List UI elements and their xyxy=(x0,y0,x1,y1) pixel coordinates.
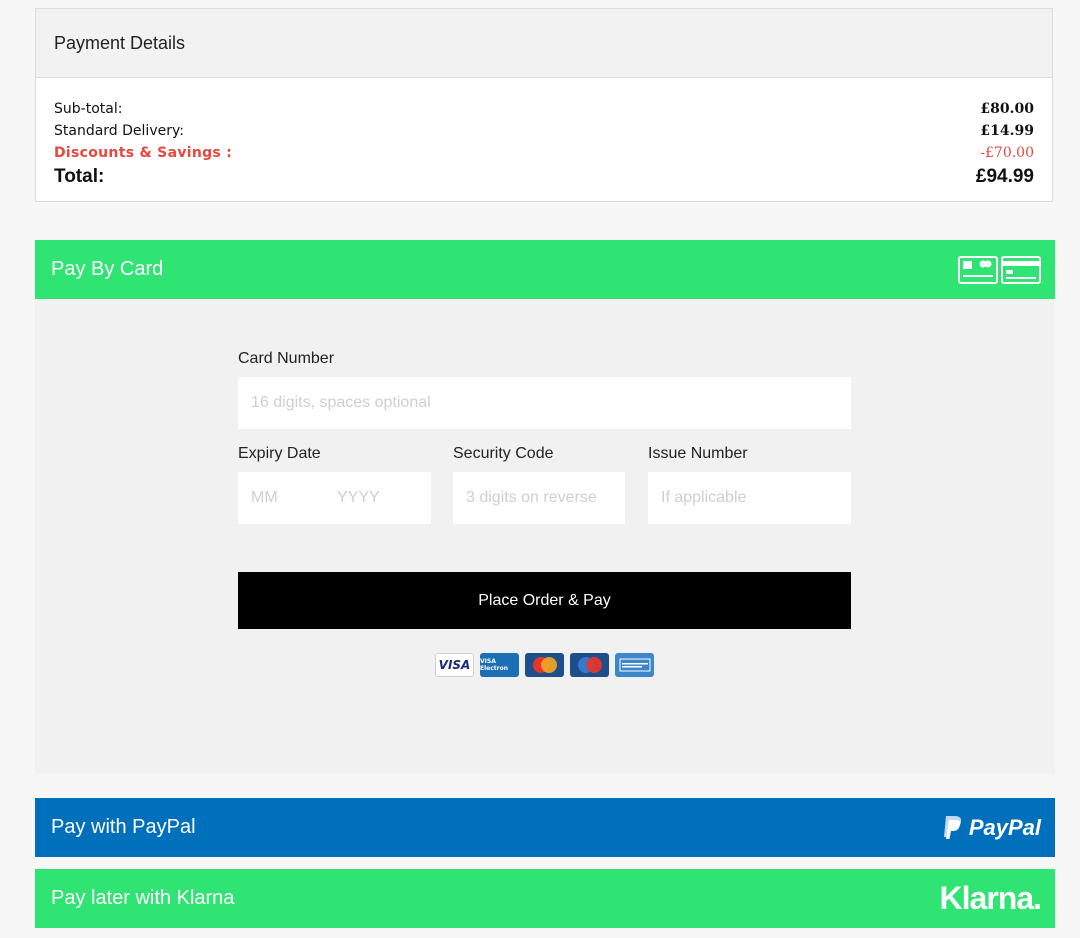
card-icon xyxy=(958,255,1041,284)
visa-electron-logo: VISA Electron xyxy=(480,653,519,677)
summary-title: Payment Details xyxy=(36,9,1052,78)
paypal-logo: PayPal xyxy=(941,815,1041,841)
card-number-label: Card Number xyxy=(238,350,335,367)
expiry-date-label: Expiry Date xyxy=(238,445,321,462)
expiry-date-field xyxy=(238,472,431,524)
total-label: Total: xyxy=(54,166,105,187)
pay-by-card-header[interactable]: Pay By Card xyxy=(35,240,1055,299)
paypal-logo-text: PayPal xyxy=(968,814,1041,840)
issue-number-label: Issue Number xyxy=(648,445,748,462)
discount-row: Discounts & Savings : -£70.00 xyxy=(54,142,1034,164)
subtotal-value: £80.00 xyxy=(980,101,1034,117)
accepted-cards: VISA VISA Electron xyxy=(435,653,654,677)
total-value: £94.99 xyxy=(975,166,1034,187)
payment-summary: Payment Details Sub-total: £80.00 Standa… xyxy=(35,8,1053,202)
security-code-input[interactable] xyxy=(453,472,625,524)
card-form-panel: Card Number Expiry Date Security Code Is… xyxy=(35,299,1055,774)
delivery-label: Standard Delivery: xyxy=(54,123,184,139)
klarna-title: Pay later with Klarna xyxy=(51,887,235,909)
total-row: Total: £94.99 xyxy=(54,164,1034,190)
discount-label: Discounts & Savings : xyxy=(54,145,233,161)
issue-number-input[interactable] xyxy=(648,472,851,524)
place-order-button[interactable]: Place Order & Pay xyxy=(238,572,851,629)
delivery-row: Standard Delivery: £14.99 xyxy=(54,120,1034,142)
expiry-month-input[interactable] xyxy=(238,472,324,524)
subtotal-label: Sub-total: xyxy=(54,101,123,117)
pay-later-klarna-header[interactable]: Pay later with Klarna Klarna. xyxy=(35,869,1055,928)
subtotal-row: Sub-total: £80.00 xyxy=(54,98,1034,120)
maestro-logo xyxy=(570,653,609,677)
mastercard-logo xyxy=(525,653,564,677)
amex-logo xyxy=(615,653,654,677)
paypal-title: Pay with PayPal xyxy=(51,816,196,838)
expiry-year-input[interactable] xyxy=(324,472,431,524)
paypal-p-icon xyxy=(943,815,962,839)
pay-with-paypal-header[interactable]: Pay with PayPal PayPal xyxy=(35,798,1055,857)
klarna-logo: Klarna. xyxy=(939,880,1042,916)
pay-by-card-title: Pay By Card xyxy=(51,258,164,280)
discount-value: -£70.00 xyxy=(980,145,1034,161)
card-number-input[interactable] xyxy=(238,377,851,429)
visa-logo: VISA xyxy=(435,653,474,677)
security-code-label: Security Code xyxy=(453,445,554,462)
delivery-value: £14.99 xyxy=(980,123,1034,139)
